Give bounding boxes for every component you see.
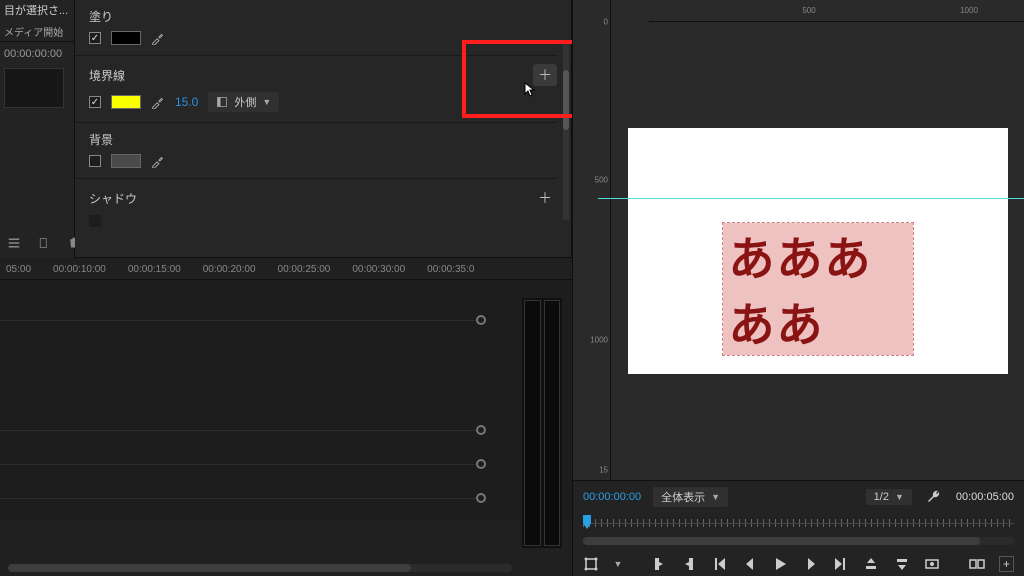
project-selected-item: 目が選択さ... — [0, 0, 74, 20]
eyedropper-icon[interactable] — [151, 95, 165, 109]
zoom-fit-label: 全体表示 — [661, 489, 705, 505]
audio-meter — [522, 298, 562, 548]
monitor-stage[interactable]: 500 1000 あああああ — [611, 0, 1024, 480]
eyedropper-icon[interactable] — [151, 154, 165, 168]
stroke-section-title: 境界線 — [89, 67, 125, 84]
keyframe-handle[interactable] — [476, 493, 486, 503]
appearance-panel: 塗り 境界線 ＋ 15.0 外側 ▼ 背景 — [75, 0, 572, 258]
timeline-scrollbar[interactable] — [8, 564, 512, 572]
chevron-down-icon: ▼ — [711, 492, 720, 502]
project-thumbnail[interactable] — [4, 68, 64, 108]
ruler-vertical[interactable]: 0 500 1000 15 — [573, 0, 611, 480]
step-back-icon[interactable] — [742, 555, 758, 573]
keyframe-handle[interactable] — [476, 459, 486, 469]
mini-timeline[interactable] — [583, 515, 1014, 531]
ruler-tick: 0 — [604, 18, 608, 27]
add-shadow-button[interactable]: ＋ — [533, 187, 557, 209]
background-section-title: 背景 — [89, 131, 113, 148]
title-text-layer[interactable]: あああああ — [723, 223, 913, 355]
monitor-scrollbar[interactable] — [583, 537, 1014, 545]
lift-icon[interactable] — [863, 555, 879, 573]
resolution-dropdown[interactable]: 1/2 ▼ — [866, 489, 912, 505]
program-canvas[interactable]: あああああ — [628, 128, 1008, 374]
program-monitor: 0 500 1000 15 500 1000 あああああ 00:00:00:00… — [572, 0, 1024, 576]
project-panel: 目が選択さ... メディア開始 00:00:00:00 — [0, 0, 75, 258]
mark-in-icon[interactable] — [650, 555, 666, 573]
keyframe-handle[interactable] — [476, 425, 486, 435]
project-column-header[interactable]: メディア開始 — [0, 20, 74, 42]
ruler-tick: 1000 — [590, 336, 608, 345]
button-editor-icon[interactable]: + — [999, 556, 1014, 572]
ruler-tick: 00:00:15:00 — [128, 264, 181, 275]
ruler-tick: 500 — [595, 176, 608, 185]
go-to-out-icon[interactable] — [833, 555, 849, 573]
panel-scrollbar[interactable] — [563, 40, 569, 220]
settings-icon[interactable] — [924, 488, 944, 506]
stroke-color-swatch[interactable] — [111, 95, 141, 109]
eyedropper-icon[interactable] — [151, 31, 165, 45]
shadow-placeholder — [89, 215, 101, 227]
list-view-icon[interactable] — [4, 234, 24, 252]
ruler-tick: 00:00:30:00 — [352, 264, 405, 275]
fill-color-swatch[interactable] — [111, 31, 141, 45]
add-stroke-button[interactable]: ＋ — [533, 64, 557, 86]
ruler-tick: 00:00:20:00 — [203, 264, 256, 275]
stroke-width-value[interactable]: 15.0 — [175, 95, 198, 109]
keyframe-handle[interactable] — [476, 315, 486, 325]
ruler-tick: 500 — [802, 6, 815, 15]
new-item-icon[interactable] — [34, 234, 54, 252]
stroke-position-dropdown[interactable]: 外側 ▼ — [208, 92, 279, 112]
monitor-controls: 00:00:00:00 全体表示 ▼ 1/2 ▼ 00:00:05:00 ▼ — [573, 480, 1024, 576]
project-cell-timecode[interactable]: 00:00:00:00 — [0, 46, 74, 62]
chevron-down-icon: ▼ — [262, 97, 271, 107]
stroke-enable-checkbox[interactable] — [89, 96, 101, 108]
stroke-position-icon — [216, 96, 228, 108]
source-body[interactable] — [0, 280, 572, 520]
zoom-fit-dropdown[interactable]: 全体表示 ▼ — [653, 487, 728, 507]
mark-out-icon[interactable] — [681, 555, 697, 573]
ruler-tick: 15 — [599, 466, 608, 475]
go-to-in-icon[interactable] — [711, 555, 727, 573]
resolution-label: 1/2 — [874, 491, 889, 503]
scrollbar-thumb[interactable] — [563, 70, 569, 130]
ruler-tick: 00:00:25:00 — [278, 264, 331, 275]
current-timecode[interactable]: 00:00:00:00 — [583, 491, 641, 503]
extract-icon[interactable] — [894, 555, 910, 573]
scrollbar-thumb[interactable] — [8, 564, 411, 572]
ruler-tick: 00:00:35:0 — [427, 264, 474, 275]
stroke-position-label: 外側 — [234, 94, 256, 110]
shadow-section-title: シャドウ — [89, 190, 137, 207]
source-panel: 05:00 00:00:10:00 00:00:15:00 00:00:20:0… — [0, 258, 572, 576]
chevron-down-icon: ▼ — [895, 492, 904, 502]
export-frame-icon[interactable] — [924, 555, 940, 573]
comparison-view-icon[interactable] — [968, 555, 984, 573]
ruler-tick: 1000 — [960, 6, 978, 15]
play-icon[interactable] — [772, 555, 788, 573]
guide-line[interactable] — [598, 198, 1024, 199]
step-forward-icon[interactable] — [802, 555, 818, 573]
timeline-ruler[interactable]: 05:00 00:00:10:00 00:00:15:00 00:00:20:0… — [0, 258, 572, 280]
chevron-down-icon[interactable]: ▼ — [613, 559, 622, 569]
free-transform-icon[interactable] — [583, 555, 599, 573]
ruler-tick: 00:00:10:00 — [53, 264, 106, 275]
background-enable-checkbox[interactable] — [89, 155, 101, 167]
ruler-tick: 05:00 — [6, 264, 31, 275]
out-timecode[interactable]: 00:00:05:00 — [956, 491, 1014, 503]
fill-section-title: 塗り — [89, 8, 113, 25]
ruler-horizontal[interactable]: 500 1000 — [649, 0, 1024, 22]
background-color-swatch[interactable] — [111, 154, 141, 168]
fill-enable-checkbox[interactable] — [89, 32, 101, 44]
scrollbar-thumb[interactable] — [583, 537, 980, 545]
transport-bar: ▼ + — [583, 551, 1014, 573]
